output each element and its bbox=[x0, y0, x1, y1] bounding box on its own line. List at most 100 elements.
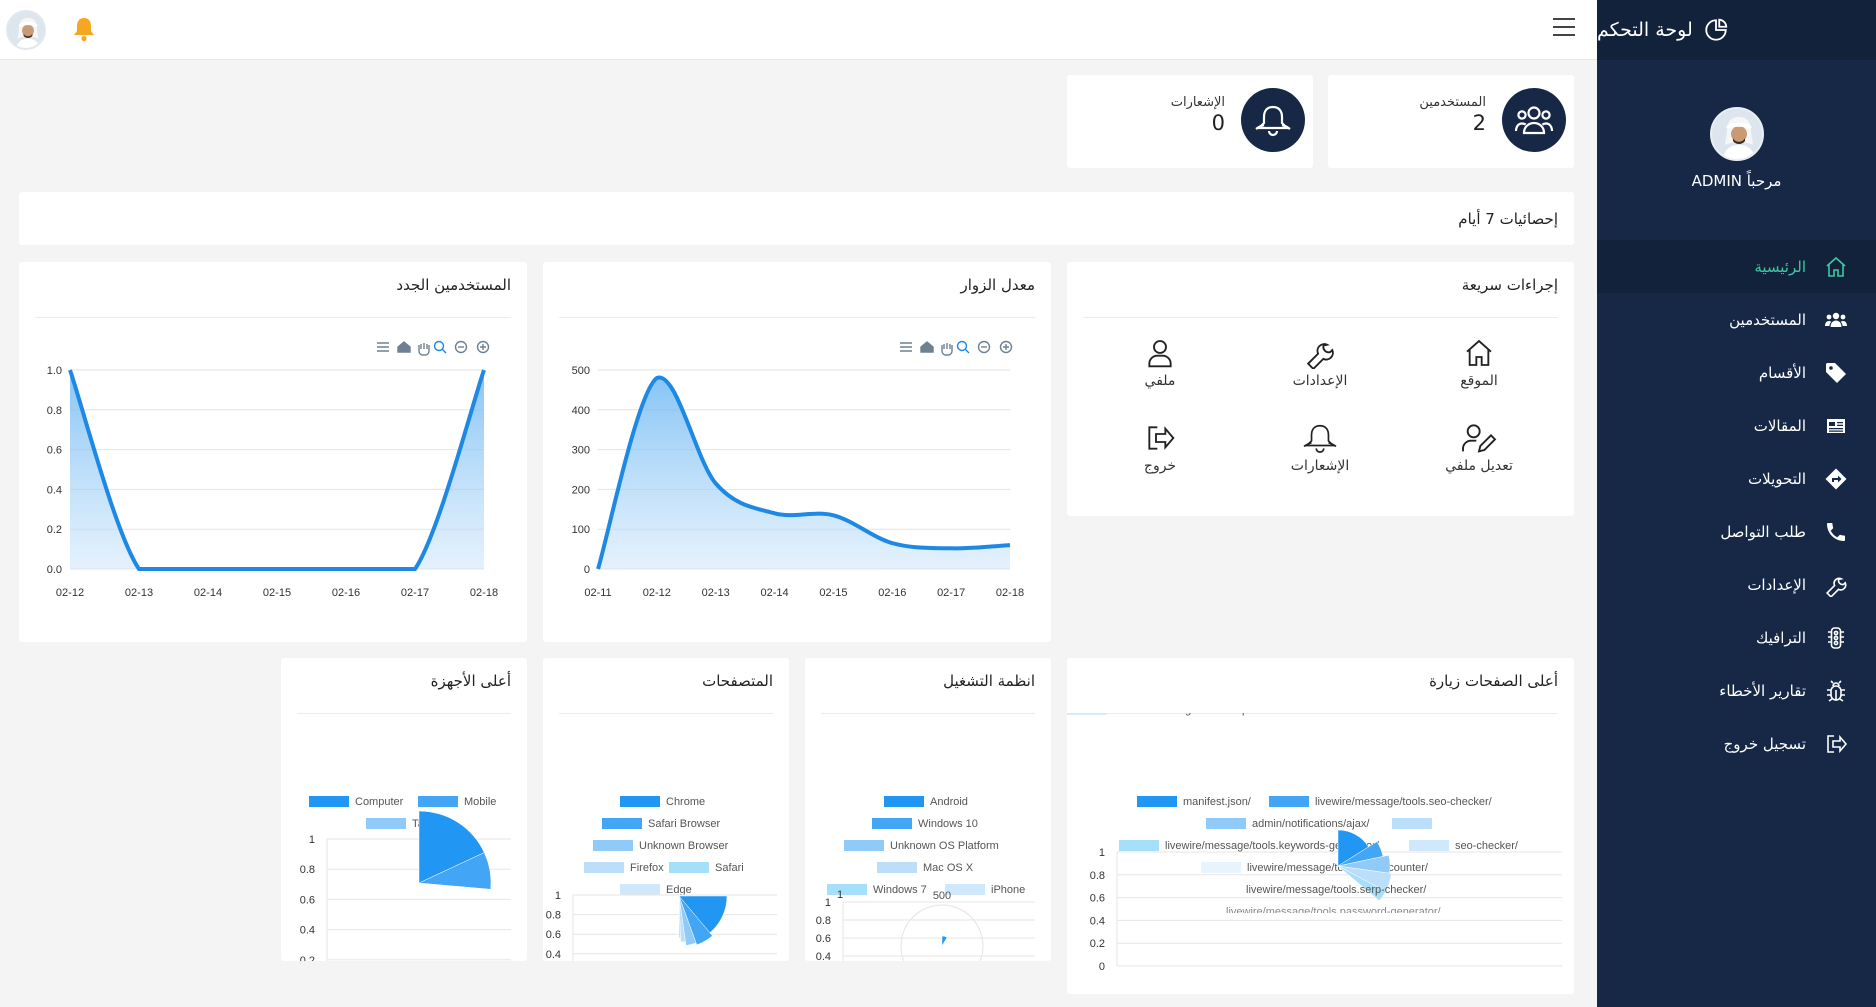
y-tick-label: 0.6 bbox=[1090, 893, 1105, 905]
quick-action-profile[interactable]: ملفي bbox=[1100, 337, 1220, 389]
users-stat-label: المستخدمين bbox=[1419, 95, 1486, 110]
y-tick-label: 0.6 bbox=[300, 894, 315, 906]
bell-icon[interactable] bbox=[72, 16, 96, 42]
home-icon bbox=[1826, 256, 1846, 277]
y-tick-label: 0.8 bbox=[300, 864, 315, 876]
legend-label: livewire/message/tools.serp-checker/ bbox=[1246, 884, 1427, 896]
new-users-chart-card: المستخدمين الجدد 0.0 0.2 0.4 0.6 0.8 1.0 02-12… bbox=[19, 262, 527, 642]
zoom-selection-handle bbox=[441, 348, 447, 354]
legend-swatch bbox=[1206, 818, 1246, 829]
user-avatar[interactable] bbox=[6, 10, 46, 50]
weekly-stats-header: إحصائيات 7 أيام bbox=[19, 192, 1574, 245]
visitors-chart-card: معدل الزوار 0 100 200 300 400 500 02-11 02-12 02… bbox=[543, 262, 1051, 642]
sidebar-item-traffic[interactable]: الترافيك bbox=[1597, 611, 1876, 664]
sidebar-item-redirects[interactable]: التحويلات bbox=[1597, 452, 1876, 505]
sidebar-item-articles[interactable]: المقالات bbox=[1597, 399, 1876, 452]
pan-icon bbox=[941, 343, 953, 356]
y-tick-label: 1 bbox=[555, 890, 561, 902]
notifications-stat-value: 0 bbox=[1211, 111, 1225, 135]
x-tick-label: 02-17 bbox=[937, 587, 965, 599]
sidebar-item-settings[interactable]: الإعدادات bbox=[1597, 558, 1876, 611]
bell-slash-icon bbox=[1303, 424, 1337, 453]
sidebar-item-error-reports[interactable]: تقارير الأخطاء bbox=[1597, 664, 1876, 717]
wrench-icon bbox=[1306, 343, 1334, 369]
sidebar-menu: الرئيسية المستخدمين الأقسام المقالات الت… bbox=[1597, 240, 1876, 770]
notifications-stat-card[interactable]: الإشعارات 0 bbox=[1067, 75, 1313, 168]
new-users-area-chart: 0.0 0.2 0.4 0.6 0.8 1.0 02-12 02-13 02-14 02-15 02… bbox=[47, 340, 498, 599]
users-stat-card[interactable]: المستخدمين 2 bbox=[1328, 75, 1574, 168]
sidebar-item-home[interactable]: الرئيسية bbox=[1597, 240, 1876, 293]
y-tick-label: 300 bbox=[572, 445, 590, 457]
quick-action-site[interactable]: الموقع bbox=[1419, 337, 1539, 389]
quick-action-settings[interactable]: الإعدادات bbox=[1260, 337, 1380, 389]
y-tick-label: 1.0 bbox=[47, 365, 62, 377]
legend-label: iPhone bbox=[991, 884, 1025, 896]
x-tick-label: 02-11 bbox=[584, 587, 611, 599]
series-line bbox=[68, 369, 486, 571]
users-icon bbox=[1514, 106, 1554, 135]
y-tick-label: 200 bbox=[572, 484, 590, 496]
y-tick-label: 0.4 bbox=[300, 925, 315, 937]
quick-action-edit-profile[interactable]: تعديل ملفي bbox=[1419, 422, 1539, 474]
x-tick-label: 02-13 bbox=[125, 587, 153, 599]
legend-swatch bbox=[1392, 818, 1432, 829]
x-tick-label: 02-15 bbox=[819, 587, 847, 599]
devices-chart-card: أعلى الأجهزة ComputerMobileTablet00.20.4… bbox=[281, 658, 527, 961]
sidebar-item-label: تسجيل خروج bbox=[1723, 734, 1806, 753]
visitors-chart-title: معدل الزوار bbox=[960, 276, 1035, 294]
legend-label: livewire/message/tools.serp-checker/ bbox=[1113, 713, 1294, 716]
users-icon bbox=[1825, 312, 1847, 327]
x-tick-label: 02-15 bbox=[263, 587, 291, 599]
y-tick-label: 1 bbox=[837, 889, 843, 901]
quick-action-logout[interactable]: خروج bbox=[1100, 422, 1220, 474]
hamburger-menu-icon[interactable] bbox=[1553, 18, 1575, 36]
quick-action-notifications[interactable]: الإشعارات bbox=[1260, 422, 1380, 474]
y-tick-label: 0 bbox=[1099, 961, 1105, 973]
visitors-area-chart: 0 100 200 300 400 500 02-11 02-12 02-13 02-14 02-1… bbox=[572, 340, 1024, 599]
home-icon bbox=[1466, 339, 1492, 366]
menu-icon bbox=[900, 342, 912, 352]
pan-icon bbox=[418, 343, 430, 356]
directions-icon bbox=[1825, 468, 1847, 489]
y-tick-label: 0.4 bbox=[546, 949, 561, 961]
sidebar-item-label: الإعدادات bbox=[1747, 575, 1806, 594]
legend-swatch bbox=[877, 862, 917, 873]
legend-swatch bbox=[844, 840, 884, 851]
newspaper-icon bbox=[1827, 418, 1845, 433]
legend-label: admin/notifications/ajax/ bbox=[1252, 818, 1370, 830]
y-tick-label: 0.8 bbox=[47, 405, 62, 417]
new-users-chart-title: المستخدمين الجدد bbox=[396, 276, 511, 294]
y-tick-label: 400 bbox=[572, 405, 590, 417]
quick-action-label: ملفي bbox=[1144, 373, 1176, 389]
sidebar-item-logout[interactable]: تسجيل خروج bbox=[1597, 717, 1876, 770]
sidebar-avatar[interactable] bbox=[1710, 107, 1764, 161]
y-tick-label: 0.6 bbox=[546, 929, 561, 941]
legend-label: Mac OS X bbox=[923, 862, 974, 874]
sidebar-item-label: تقارير الأخطاء bbox=[1719, 681, 1806, 700]
os-chart-title: انظمة التشغيل bbox=[943, 672, 1035, 690]
y-tick-label: 100 bbox=[572, 524, 590, 536]
bug-icon bbox=[1827, 679, 1845, 702]
reset-home-icon bbox=[920, 341, 934, 353]
sidebar-welcome: مرحباً ADMIN bbox=[1691, 172, 1782, 190]
notifications-stat-label: الإشعارات bbox=[1170, 95, 1225, 110]
sidebar-brand[interactable]: لوحة التحكم bbox=[1597, 0, 1876, 60]
sidebar-item-users[interactable]: المستخدمين bbox=[1597, 293, 1876, 346]
legend-label: seo-checker/ bbox=[1455, 840, 1519, 852]
traffic-light-icon bbox=[1828, 626, 1844, 649]
legend-label: Edge bbox=[666, 884, 692, 896]
quick-action-label: تعديل ملفي bbox=[1445, 458, 1513, 474]
browsers-chart-title: المتصفحات bbox=[702, 672, 773, 690]
logout-icon bbox=[1827, 734, 1848, 753]
sidebar-item-contact-requests[interactable]: طلب التواصل bbox=[1597, 505, 1876, 558]
legend-label: Firefox bbox=[630, 862, 664, 874]
x-tick-label: 02-18 bbox=[996, 587, 1024, 599]
legend-swatch bbox=[884, 796, 924, 807]
y-tick-label: 0.4 bbox=[1090, 915, 1105, 927]
x-tick-label: 02-17 bbox=[401, 587, 429, 599]
x-tick-label: 02-14 bbox=[194, 587, 222, 599]
area-fill bbox=[598, 377, 1010, 569]
legend-label: Windows 10 bbox=[918, 818, 978, 830]
sidebar-item-categories[interactable]: الأقسام bbox=[1597, 346, 1876, 399]
legend-label: Android bbox=[930, 796, 968, 808]
